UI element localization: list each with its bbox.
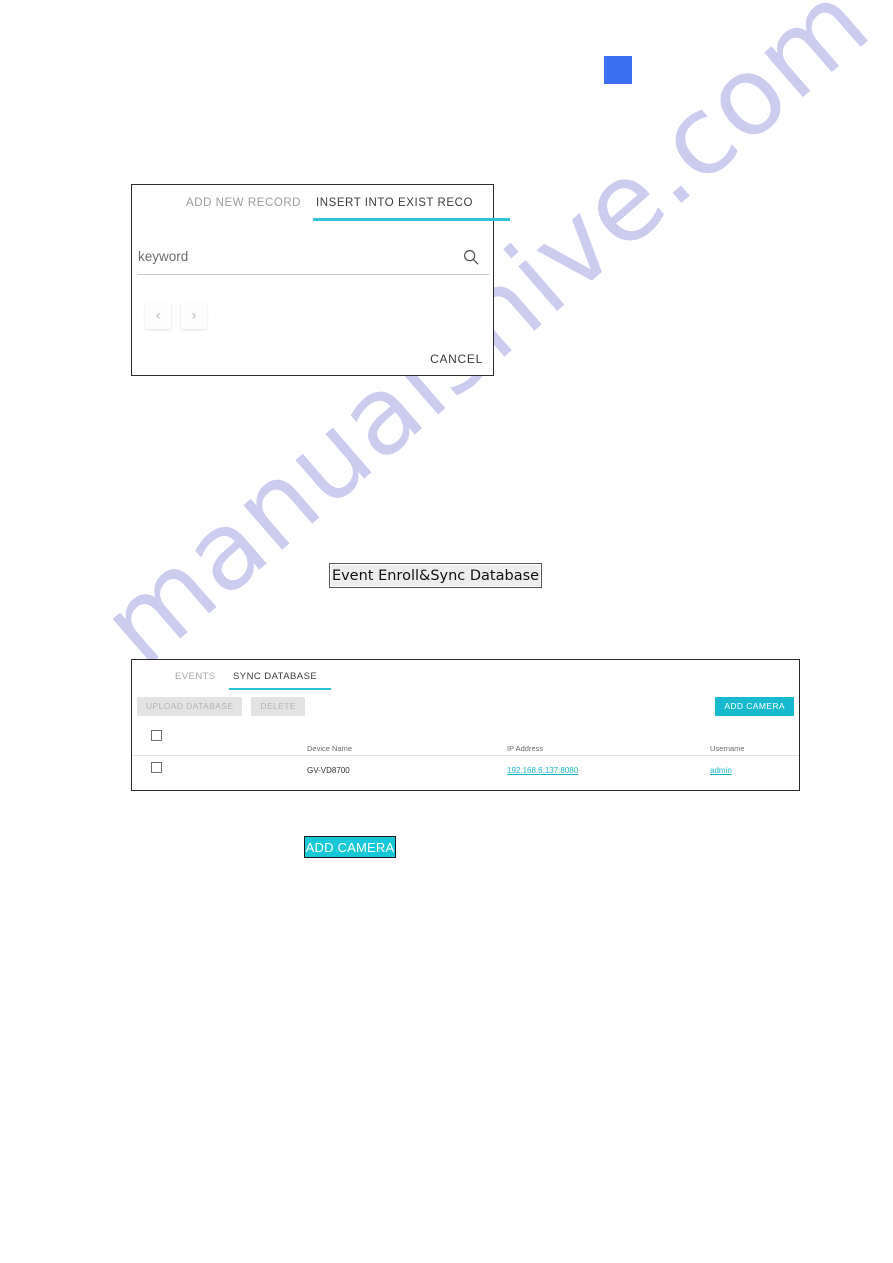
tab-insert-into-exist-record[interactable]: INSERT INTO EXIST RECO [316,197,473,209]
sync-panel-tabs: EVENTS SYNC DATABASE [132,669,799,695]
sync-panel-action-bar: UPLOAD DATABASE DELETE [137,697,305,716]
devices-table: Device Name IP Address Username GV-VD870… [132,724,799,787]
sync-database-panel: EVENTS SYNC DATABASE UPLOAD DATABASE DEL… [131,659,800,791]
pagination-prev-button[interactable]: ‹ [145,303,171,329]
sync-active-tab-underline [229,688,331,690]
callout-event-enroll-label: Event Enroll&Sync Database [331,567,540,584]
delete-button[interactable]: DELETE [251,697,305,716]
column-header-username: Username [710,744,745,753]
page-watermark: manualshive.com [79,0,893,930]
cell-ip-address-link[interactable]: 192.168.6.137:8080 [507,766,578,775]
record-dialog-tabs: ADD NEW RECORD INSERT INTO EXIST RECO [132,192,510,226]
callout-event-enroll-sync-database: Event Enroll&Sync Database [329,563,542,588]
callout-add-camera: ADD CAMERA [304,836,396,858]
cell-device-name: GV-VD8700 [307,766,350,775]
tab-events[interactable]: EVENTS [175,671,216,682]
table-header-row: Device Name IP Address Username [132,724,799,756]
keyword-search-input[interactable] [138,249,438,264]
column-header-device-name: Device Name [307,744,353,753]
select-all-checkbox[interactable] [151,730,162,741]
cell-username-link[interactable]: admin [710,766,732,775]
insert-record-dialog: ADD NEW RECORD INSERT INTO EXIST RECO ‹ … [131,184,510,376]
search-icon[interactable] [462,248,480,266]
table-row: GV-VD8700 192.168.6.137:8080 admin [132,756,799,787]
active-tab-underline [313,218,510,221]
callout-add-camera-label: ADD CAMERA [305,839,395,855]
tab-add-new-record[interactable]: ADD NEW RECORD [186,197,301,209]
pagination-next-button[interactable]: › [181,303,207,329]
record-pagination: ‹ › [145,303,207,329]
cancel-button[interactable]: CANCEL [430,352,483,366]
tab-sync-database[interactable]: SYNC DATABASE [233,671,317,682]
blue-square-marker [604,56,632,84]
column-header-ip-address: IP Address [507,744,544,753]
add-camera-button[interactable]: ADD CAMERA [715,697,794,716]
upload-database-button[interactable]: UPLOAD DATABASE [137,697,243,716]
keyword-search-field [137,247,489,275]
row-select-checkbox[interactable] [151,762,162,773]
